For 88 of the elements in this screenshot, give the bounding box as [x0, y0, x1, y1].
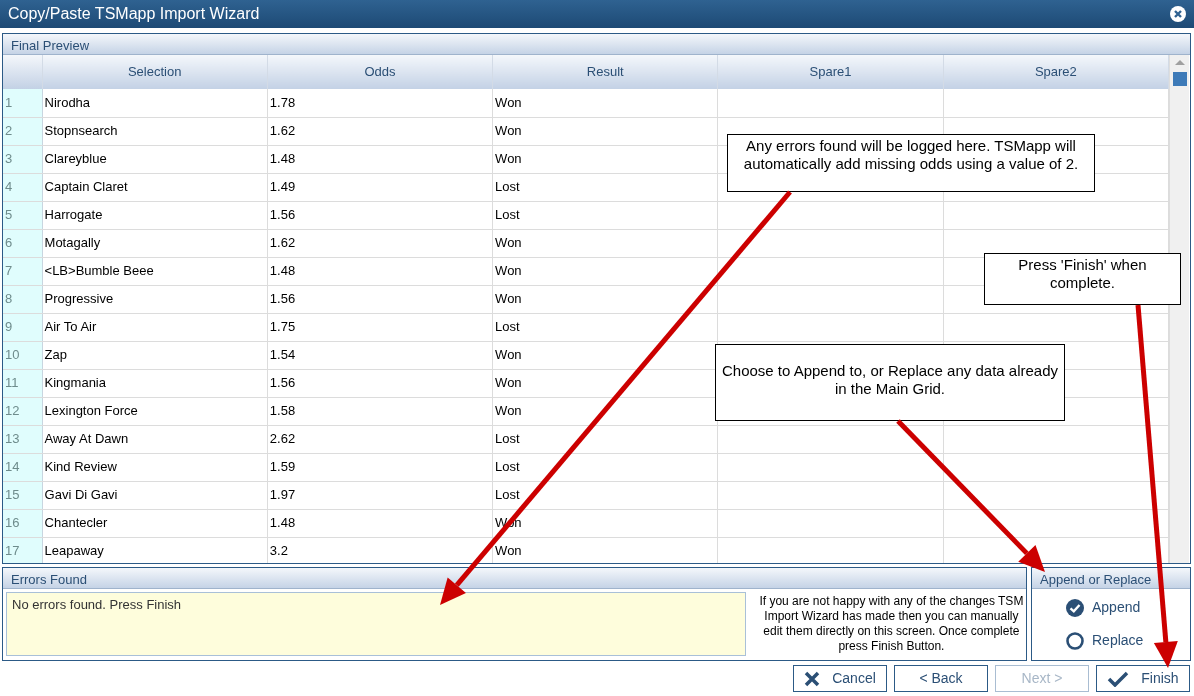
table-cell[interactable]: 1.56	[267, 285, 493, 313]
row-number: 11	[3, 369, 43, 397]
table-cell[interactable]: Motagally	[42, 229, 268, 257]
table-cell[interactable]: Chantecler	[42, 509, 268, 537]
table-cell[interactable]: Harrogate	[42, 201, 268, 229]
row-number: 13	[3, 425, 43, 453]
back-button[interactable]: < Back	[894, 665, 988, 692]
table-cell[interactable]: 1.54	[267, 341, 493, 369]
table-cell[interactable]: 1.56	[267, 201, 493, 229]
table-cell[interactable]: 2.62	[267, 425, 493, 453]
row-number: 2	[3, 117, 43, 145]
table-cell[interactable]: Won	[492, 229, 718, 257]
column-header[interactable]: Spare2	[943, 55, 1169, 89]
table-cell[interactable]: Lost	[492, 425, 718, 453]
close-icon[interactable]	[1170, 6, 1186, 22]
column-header[interactable]: Selection	[42, 55, 268, 89]
table-cell[interactable]: Away At Dawn	[42, 425, 268, 453]
table-cell[interactable]: Won	[492, 117, 718, 145]
table-cell[interactable]: 1.49	[267, 173, 493, 201]
callout-note: Choose to Append to, or Replace any data already in the Main Grid.	[715, 344, 1065, 421]
table-cell[interactable]: 1.59	[267, 453, 493, 481]
table-cell[interactable]: Captain Claret	[42, 173, 268, 201]
close-icon	[804, 670, 821, 687]
column-header[interactable]: Spare1	[717, 55, 944, 89]
row-number: 15	[3, 481, 43, 509]
row-number: 16	[3, 509, 43, 537]
table-cell[interactable]: Lexington Force	[42, 397, 268, 425]
column-header[interactable]: Odds	[267, 55, 493, 89]
radio-option[interactable]: Replace	[1066, 630, 1156, 651]
table-cell[interactable]: Kind Review	[42, 453, 268, 481]
row-number: 7	[3, 257, 43, 285]
finish-button[interactable]: Finish	[1096, 665, 1190, 692]
row-number: 1	[3, 89, 43, 117]
table-cell[interactable]: Leapaway	[42, 537, 268, 563]
table-cell[interactable]: Stopnsearch	[42, 117, 268, 145]
callout-note: Any errors found will be logged here. TSMapp will automatically add missing odds using a value of 2.	[727, 134, 1095, 192]
window-title: Copy/Paste TSMapp Import Wizard	[8, 4, 260, 24]
table-cell[interactable]: Zap	[42, 341, 268, 369]
row-number: 12	[3, 397, 43, 425]
row-number: 4	[3, 173, 43, 201]
column-header[interactable]: Result	[492, 55, 718, 89]
table-cell[interactable]: 1.58	[267, 397, 493, 425]
help-text: If you are not happy with any of the changes TSM Import Wizard has made then you can manually edit them directly on this screen. Once complete press Finish Button.	[758, 594, 1025, 654]
table-cell[interactable]: Won	[492, 537, 718, 563]
table-cell[interactable]: Air To Air	[42, 313, 268, 341]
table-cell[interactable]: Kingmania	[42, 369, 268, 397]
table-cell[interactable]: 3.2	[267, 537, 493, 563]
table-cell[interactable]: Lost	[492, 313, 718, 341]
table-cell[interactable]: 1.48	[267, 509, 493, 537]
panel-title: Errors Found	[3, 568, 1026, 589]
table-cell[interactable]: Won	[492, 285, 718, 313]
table-cell[interactable]: <LB>Bumble Beee	[42, 257, 268, 285]
check-icon	[1107, 670, 1130, 687]
panel-title: Append or Replace	[1032, 568, 1190, 589]
table-cell[interactable]: 1.48	[267, 145, 493, 173]
table-cell[interactable]: Progressive	[42, 285, 268, 313]
row-number: 17	[3, 537, 43, 563]
table-cell[interactable]: Lost	[492, 453, 718, 481]
radio-option[interactable]: Append	[1066, 597, 1156, 618]
callout-note: Press 'Finish' when complete.	[984, 253, 1181, 305]
table-cell[interactable]: Lost	[492, 173, 718, 201]
row-number: 5	[3, 201, 43, 229]
row-number: 3	[3, 145, 43, 173]
table-cell[interactable]: Won	[492, 145, 718, 173]
table-cell[interactable]: Gavi Di Gavi	[42, 481, 268, 509]
table-cell[interactable]: Won	[492, 257, 718, 285]
table-cell[interactable]: Lost	[492, 201, 718, 229]
cancel-button[interactable]: Cancel	[793, 665, 887, 692]
table-cell[interactable]: 1.62	[267, 229, 493, 257]
scrollbar[interactable]	[1169, 55, 1189, 563]
table-cell[interactable]: 1.78	[267, 89, 493, 117]
row-number: 9	[3, 313, 43, 341]
table-cell[interactable]: 1.75	[267, 313, 493, 341]
table-cell[interactable]: 1.97	[267, 481, 493, 509]
table-cell[interactable]: Lost	[492, 481, 718, 509]
table-cell[interactable]: Won	[492, 89, 718, 117]
row-number: 14	[3, 453, 43, 481]
scroll-thumb[interactable]	[1172, 72, 1187, 86]
table-cell[interactable]: Clareyblue	[42, 145, 268, 173]
row-number: 8	[3, 285, 43, 313]
errors-log-field[interactable]: No errors found. Press Finish	[6, 592, 746, 656]
table-cell[interactable]: 1.62	[267, 117, 493, 145]
table-cell[interactable]: Nirodha	[42, 89, 268, 117]
table-cell[interactable]: 1.48	[267, 257, 493, 285]
table-cell[interactable]: 1.56	[267, 369, 493, 397]
panel-title: Final Preview	[3, 34, 1190, 55]
row-number: 10	[3, 341, 43, 369]
row-number: 6	[3, 229, 43, 257]
